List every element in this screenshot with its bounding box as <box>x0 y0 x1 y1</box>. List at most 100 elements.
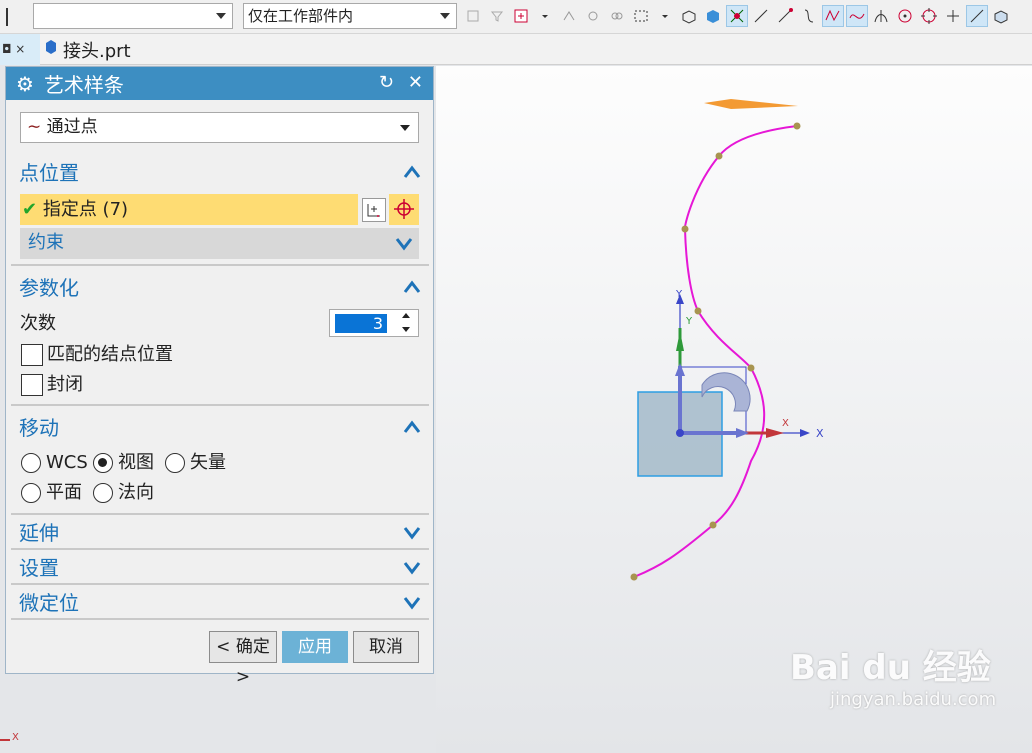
radio-view[interactable] <box>93 453 113 473</box>
degree-spinner[interactable]: 3 <box>329 309 419 337</box>
document-tab-bar: ◘ × 接头.prt <box>0 34 1032 65</box>
wire-cube-icon[interactable] <box>678 5 700 27</box>
radio-plane[interactable] <box>21 483 41 503</box>
spline-point[interactable] <box>793 122 801 130</box>
spline-point[interactable] <box>694 307 702 315</box>
radio-view-label: 视图 <box>118 452 154 473</box>
section-title: 点位置 <box>19 161 79 185</box>
radio-normal[interactable] <box>93 483 113 503</box>
curve-icon[interactable] <box>798 5 820 27</box>
chevron-down-icon <box>440 13 450 19</box>
box-select-icon[interactable] <box>630 5 652 27</box>
chevron-down-icon[interactable] <box>654 5 676 27</box>
cancel-button[interactable]: 取消 <box>353 631 419 663</box>
node-icon[interactable] <box>558 5 580 27</box>
specify-point-text: 指定点 (7) <box>42 199 129 220</box>
check-icon: ✔ <box>22 199 38 220</box>
line-icon[interactable] <box>750 5 772 27</box>
spline-point[interactable] <box>681 225 689 233</box>
intersection-icon[interactable] <box>870 5 892 27</box>
type-filter-dropdown[interactable] <box>33 3 233 29</box>
spline-point[interactable] <box>709 521 717 529</box>
point-on-line-icon[interactable] <box>966 5 988 27</box>
spline-type-icon: ∼ <box>27 117 42 137</box>
solid-cube-icon[interactable] <box>702 5 724 27</box>
chevron-down-icon <box>216 13 226 19</box>
snap-points-icon[interactable] <box>726 5 748 27</box>
section-title: 设置 <box>19 556 59 580</box>
degree-label: 次数 <box>20 313 56 334</box>
spline-point[interactable] <box>630 573 638 581</box>
spline-end-arrow <box>704 99 798 109</box>
apply-button[interactable]: 应用 <box>282 631 348 663</box>
node2-icon[interactable] <box>582 5 604 27</box>
gear-icon[interactable]: ⚙ <box>16 72 34 96</box>
select-feature-icon[interactable] <box>510 5 532 27</box>
reset-icon[interactable]: ↻ <box>379 72 394 93</box>
radio-vector[interactable] <box>165 453 185 473</box>
tab-navigator[interactable]: ◘ × <box>0 34 40 65</box>
point-snap-button[interactable] <box>389 194 419 225</box>
spline-type-dropdown[interactable]: ∼ 通过点 <box>20 112 419 143</box>
selection-scope-dropdown[interactable]: 仅在工作部件内 <box>243 3 457 29</box>
selection-scope-value: 仅在工作部件内 <box>248 7 354 25</box>
radio-wcs-label: WCS <box>46 452 88 473</box>
chevron-up-icon <box>403 420 421 433</box>
spline-icon[interactable] <box>846 5 868 27</box>
part-file-icon <box>44 39 58 60</box>
wcs-x-arrow[interactable] <box>766 428 784 438</box>
wcs-y-arrow[interactable] <box>676 331 684 351</box>
handle-x-arrow[interactable] <box>736 428 749 438</box>
extend-header[interactable]: 延伸 <box>11 517 429 550</box>
radio-wcs[interactable] <box>21 453 41 473</box>
match-knots-label: 匹配的结点位置 <box>47 344 173 365</box>
move-header[interactable]: 移动 <box>11 411 429 445</box>
radio-plane-label: 平面 <box>46 482 82 503</box>
origin-handle[interactable] <box>676 429 684 437</box>
spline-curve[interactable] <box>633 125 798 578</box>
watermark-brand: Bai du 经验 <box>790 648 991 688</box>
spline-point[interactable] <box>715 152 723 160</box>
filter-icon[interactable] <box>486 5 508 27</box>
watermark-url: jingyan.baidu.com <box>830 689 997 710</box>
closed-checkbox[interactable] <box>21 374 43 396</box>
parameterization-header[interactable]: 参数化 <box>11 271 429 305</box>
snap-icon[interactable] <box>462 5 484 27</box>
main-toolbar: 仅在工作部件内 <box>0 0 1032 34</box>
x-axis-arrow <box>800 429 810 437</box>
chevron-down-icon[interactable] <box>534 5 556 27</box>
center-icon[interactable] <box>894 5 916 27</box>
close-icon[interactable]: ✕ <box>408 72 423 93</box>
constraint-row[interactable]: 约束 <box>20 228 419 259</box>
chevron-up-icon <box>403 280 421 293</box>
spline-points-icon[interactable] <box>822 5 844 27</box>
corner-triad: X <box>0 730 30 750</box>
crosshair-icon[interactable] <box>942 5 964 27</box>
settings-header[interactable]: 设置 <box>11 552 429 585</box>
spline-point[interactable] <box>747 364 755 372</box>
chain-icon[interactable] <box>606 5 628 27</box>
section-title: 延伸 <box>19 521 59 545</box>
quadrant-icon[interactable] <box>918 5 940 27</box>
fine-positioning-header[interactable]: 微定位 <box>11 587 429 620</box>
toolbar-left-edge <box>0 8 8 26</box>
spin-down-icon[interactable] <box>402 327 410 332</box>
toolbar-icon-group <box>462 5 1012 29</box>
line-end-icon[interactable] <box>774 5 796 27</box>
chevron-up-icon <box>403 165 421 178</box>
match-knots-checkbox[interactable] <box>21 344 43 366</box>
chevron-down-icon <box>395 238 413 251</box>
specify-point-label: ✔ 指定点 (7) <box>22 197 128 223</box>
handle-y-arrow[interactable] <box>675 363 685 376</box>
ok-button[interactable]: < 确定 > <box>209 631 277 687</box>
chevron-down-icon <box>403 527 421 540</box>
point-position-header[interactable]: 点位置 <box>11 156 429 190</box>
chevron-down-icon <box>403 597 421 610</box>
dialog-title-bar[interactable]: ⚙ 艺术样条 ↻ ✕ <box>6 67 433 100</box>
degree-value-field[interactable]: 3 <box>335 314 387 333</box>
point-on-face-icon[interactable] <box>990 5 1012 27</box>
radio-vector-label: 矢量 <box>190 452 226 473</box>
point-dialog-button[interactable] <box>362 198 386 222</box>
spin-up-icon[interactable] <box>402 313 410 318</box>
tab-part-file[interactable]: 接头.prt <box>44 34 131 65</box>
